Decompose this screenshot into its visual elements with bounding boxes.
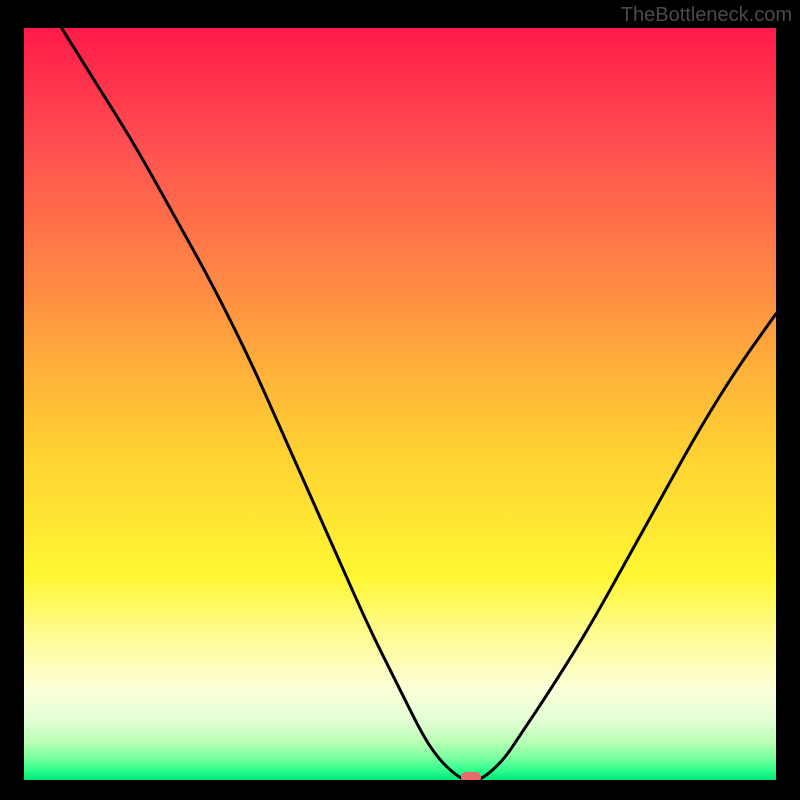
plot-area xyxy=(24,28,776,780)
watermark-text: TheBottleneck.com xyxy=(621,4,792,27)
chart-container: TheBottleneck.com xyxy=(0,0,800,800)
bottleneck-curve xyxy=(24,28,776,780)
minimum-marker xyxy=(461,772,481,780)
plot-frame xyxy=(24,28,776,780)
